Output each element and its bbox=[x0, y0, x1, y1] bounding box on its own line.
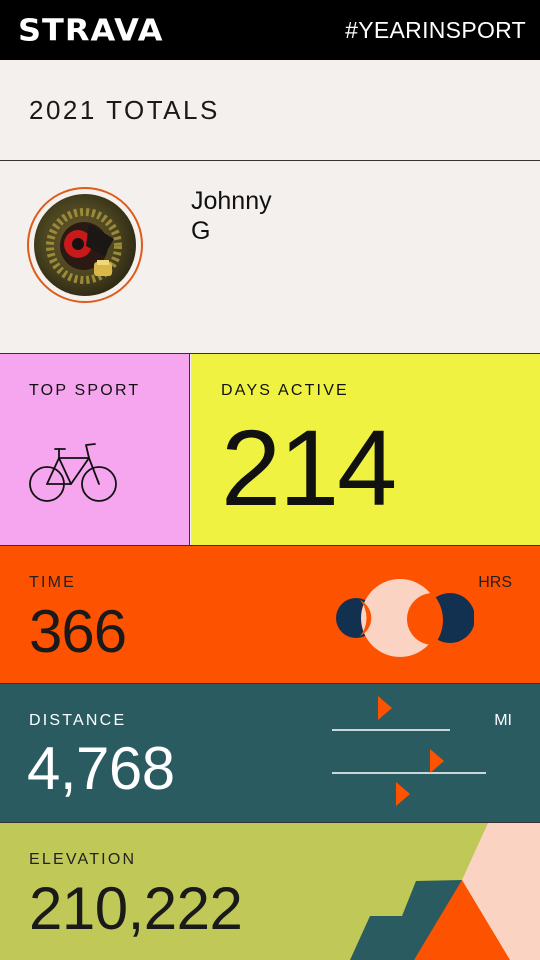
profile-section: Johnny G bbox=[0, 161, 540, 354]
distance-label: DISTANCE bbox=[29, 712, 127, 729]
days-active-value: 214 bbox=[221, 407, 397, 528]
strava-logo: STRAVA bbox=[18, 11, 164, 49]
avatar-photo bbox=[34, 194, 136, 296]
elevation-label: ELEVATION bbox=[29, 851, 137, 868]
eclipse-graphic bbox=[334, 579, 475, 664]
sport-row: TOP SPORT DAYS ACTIVE 214 bbox=[0, 354, 540, 546]
days-active-tile: DAYS ACTIVE 214 bbox=[191, 354, 540, 545]
hashtag-label: #YEARINSPORT bbox=[345, 16, 526, 43]
top-sport-tile: TOP SPORT bbox=[0, 354, 190, 545]
elevation-tile: ELEVATION FT 210,222 bbox=[0, 823, 540, 960]
days-active-label: DAYS ACTIVE bbox=[221, 382, 349, 399]
totals-header: 2021 TOTALS bbox=[0, 60, 540, 161]
time-tile: TIME HRS 366 bbox=[0, 546, 540, 684]
profile-first-name: Johnny bbox=[191, 187, 272, 215]
time-unit: HRS bbox=[478, 574, 512, 591]
distance-tile: DISTANCE MI 4,768 bbox=[0, 684, 540, 823]
time-value: 366 bbox=[29, 598, 127, 665]
top-sport-label: TOP SPORT bbox=[29, 382, 141, 399]
time-label: TIME bbox=[29, 574, 77, 591]
bicycle-icon bbox=[29, 440, 119, 509]
arrows-graphic bbox=[330, 694, 495, 819]
elevation-value: 210,222 bbox=[29, 875, 243, 942]
app-header: STRAVA #YEARINSPORT bbox=[0, 0, 540, 60]
mountain-graphic bbox=[350, 823, 540, 960]
distance-unit: MI bbox=[494, 712, 512, 729]
avatar bbox=[27, 187, 143, 303]
profile-last-name: G bbox=[191, 217, 211, 245]
page-title: 2021 TOTALS bbox=[29, 94, 220, 125]
distance-value: 4,768 bbox=[27, 735, 175, 802]
